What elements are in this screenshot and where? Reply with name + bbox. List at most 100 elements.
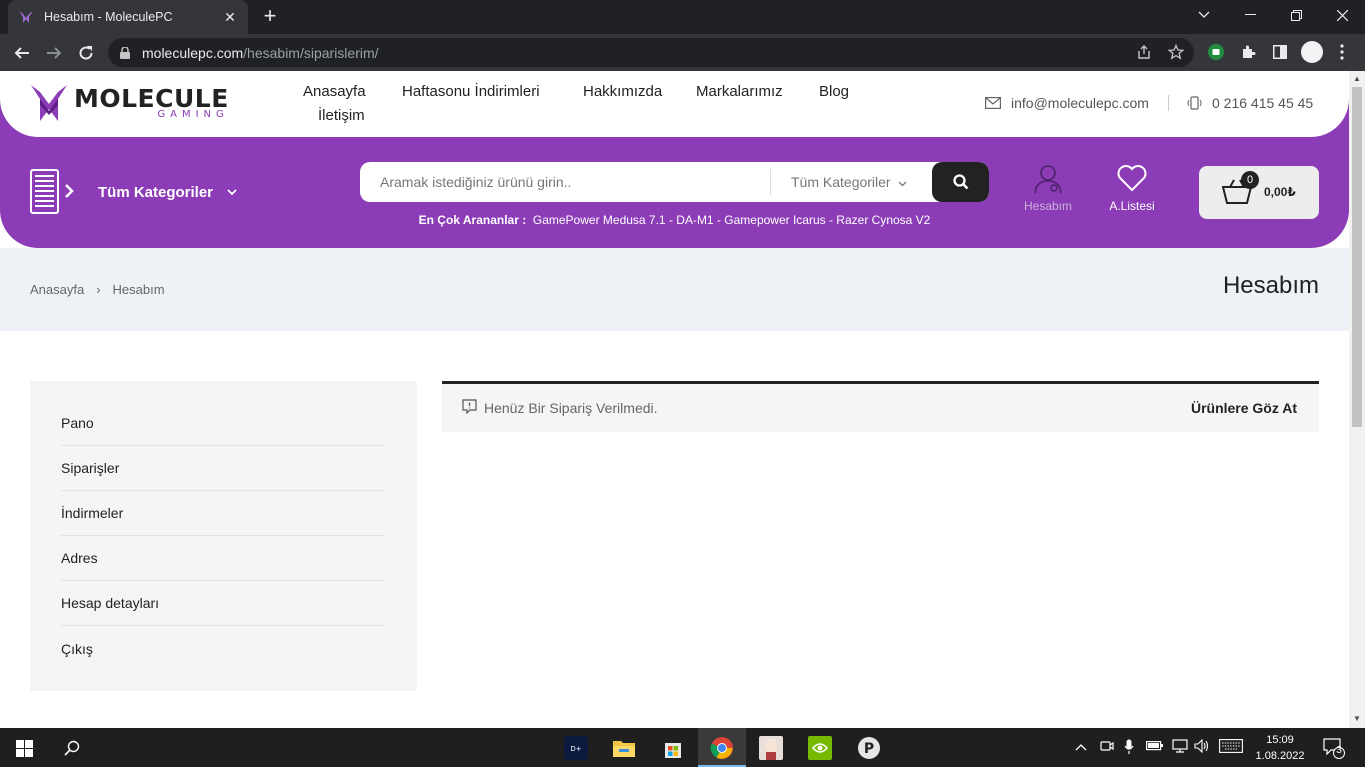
search-bar: Tüm Kategoriler <box>360 162 989 202</box>
nav-blog[interactable]: Blog <box>819 83 849 100</box>
address-bar[interactable]: moleculepc.com/hesabim/siparislerim/ <box>108 38 1194 67</box>
notification-center-icon[interactable]: 3 <box>1323 737 1345 762</box>
scroll-down-arrow-icon[interactable]: ▼ <box>1352 714 1362 723</box>
forward-button[interactable] <box>40 39 68 67</box>
web-page: MOLECULE GAMING Anasayfa Haftasonu İndir… <box>0 71 1349 728</box>
share-icon[interactable] <box>1136 44 1152 60</box>
clock-time: 15:09 <box>1266 734 1294 746</box>
chrome-browser-icon[interactable] <box>709 735 735 761</box>
side-panel-icon[interactable] <box>1269 41 1291 63</box>
all-categories-menu[interactable]: Tüm Kategoriler <box>30 169 237 215</box>
extensions-puzzle-icon[interactable] <box>1237 41 1259 63</box>
proton-app-icon[interactable]: P <box>856 735 882 761</box>
breadcrumb-home[interactable]: Anasayfa <box>30 282 84 297</box>
no-orders-notice: Henüz Bir Sipariş Verilmedi. Ürünlere Gö… <box>442 381 1319 432</box>
search-category-select[interactable]: Tüm Kategoriler <box>771 174 931 190</box>
tab-close-icon[interactable]: ✕ <box>222 9 238 26</box>
browser-tabstrip: Hesabım - MoleculePC ✕ + <box>0 0 1365 34</box>
battery-icon[interactable] <box>1146 739 1164 754</box>
categories-list-icon <box>30 169 74 214</box>
account-button[interactable]: Hesabım <box>1018 164 1078 213</box>
molecule-logo-icon <box>31 85 67 121</box>
browser-tab-active[interactable]: Hesabım - MoleculePC ✕ <box>8 0 248 34</box>
chevron-down-icon <box>899 181 907 187</box>
wishlist-button[interactable]: A.Listesi <box>1102 164 1162 213</box>
nav-home[interactable]: Anasayfa <box>303 83 366 100</box>
lock-icon[interactable] <box>120 46 130 59</box>
close-window-button[interactable] <box>1319 0 1365 30</box>
windows-taskbar: D+ P 15:09 1.08.2022 3 <box>0 728 1365 767</box>
network-icon[interactable] <box>1172 739 1188 756</box>
keyboard-icon[interactable] <box>1219 739 1243 756</box>
taskbar-clock[interactable]: 15:09 1.08.2022 <box>1254 732 1306 764</box>
search-category-label: Tüm Kategoriler <box>791 174 891 190</box>
all-categories-label: Tüm Kategoriler <box>98 183 214 201</box>
tab-title: Hesabım - MoleculePC <box>44 10 173 24</box>
anime-app-icon[interactable] <box>758 735 784 761</box>
tray-overflow-chevron-icon[interactable] <box>1075 739 1087 754</box>
browser-toolbar: moleculepc.com/hesabim/siparislerim/ <box>0 34 1365 71</box>
breadcrumb-current: Hesabım <box>112 282 165 297</box>
svg-text:D+: D+ <box>570 745 581 753</box>
contact-email-text: info@moleculepc.com <box>1011 95 1149 111</box>
page-title: Hesabım <box>1222 272 1319 299</box>
windows-start-icon[interactable] <box>11 735 37 761</box>
file-explorer-icon[interactable] <box>611 735 637 761</box>
search-icon <box>952 174 968 190</box>
breadcrumb: Anasayfa › Hesabım <box>30 282 165 297</box>
contact-phone[interactable]: 0 216 415 45 45 <box>1186 95 1313 111</box>
contact-email[interactable]: info@moleculepc.com <box>985 95 1149 111</box>
profile-avatar[interactable] <box>1300 40 1324 64</box>
nvidia-app-icon[interactable] <box>807 735 833 761</box>
cart-total: 0,00₺ <box>1264 185 1296 199</box>
svg-text:P: P <box>864 741 874 757</box>
breadcrumb-band: Anasayfa › Hesabım Hesabım <box>0 248 1349 331</box>
page-scrollbar[interactable]: ▲ ▼ <box>1349 71 1365 728</box>
meet-now-icon[interactable] <box>1100 739 1114 756</box>
disney-plus-app-icon[interactable]: D+ <box>563 735 589 761</box>
account-nav-address[interactable]: Adres <box>61 536 385 581</box>
taskbar-search-icon[interactable] <box>59 735 85 761</box>
extension-green-icon[interactable] <box>1205 41 1227 63</box>
contact-phone-text: 0 216 415 45 45 <box>1212 95 1314 111</box>
microphone-icon[interactable] <box>1124 739 1134 758</box>
reload-button[interactable] <box>72 39 100 67</box>
account-nav-dashboard[interactable]: Pano <box>61 401 385 446</box>
molecule-favicon-icon <box>19 11 33 23</box>
scroll-up-arrow-icon[interactable]: ▲ <box>1352 74 1362 83</box>
nav-about[interactable]: Hakkımızda <box>583 83 662 100</box>
url-path: /hesabim/siparislerim/ <box>243 44 379 61</box>
chevron-down-icon <box>227 185 237 199</box>
nav-weekend-deals[interactable]: Haftasonu İndirimleri <box>402 83 540 100</box>
cart-button[interactable]: 0 0,00₺ <box>1199 166 1319 219</box>
wishlist-label: A.Listesi <box>1109 199 1155 213</box>
nav-contact[interactable]: İletişim <box>318 107 365 124</box>
site-logo[interactable]: MOLECULE GAMING <box>30 83 229 123</box>
scrollbar-thumb[interactable] <box>1352 87 1362 427</box>
info-message-icon <box>462 399 477 414</box>
account-nav-orders[interactable]: Siparişler <box>61 446 385 491</box>
browse-products-link[interactable]: Ürünlere Göz At <box>1191 400 1297 416</box>
popular-searches: En Çok Arananlar : GamePower Medusa 7.1 … <box>360 213 989 227</box>
microsoft-store-icon[interactable] <box>660 735 686 761</box>
phone-icon <box>1187 96 1202 110</box>
popular-searches-terms[interactable]: GamePower Medusa 7.1 - DA-M1 - Gamepower… <box>533 213 930 227</box>
back-button[interactable] <box>8 39 36 67</box>
browser-menu-icon[interactable] <box>1331 41 1353 63</box>
popular-searches-label: En Çok Arananlar : <box>418 213 527 227</box>
restore-button[interactable] <box>1273 0 1319 30</box>
new-tab-button[interactable]: + <box>258 5 282 27</box>
search-button[interactable] <box>932 162 989 202</box>
tab-search-chevron-icon[interactable] <box>1181 0 1227 30</box>
contact-divider <box>1168 95 1169 111</box>
search-input[interactable] <box>360 162 770 202</box>
user-icon <box>1034 165 1062 194</box>
notice-message: Henüz Bir Sipariş Verilmedi. <box>484 400 658 416</box>
account-nav-logout[interactable]: Çıkış <box>61 626 385 671</box>
nav-brands[interactable]: Markalarımız <box>696 83 783 100</box>
account-nav-details[interactable]: Hesap detayları <box>61 581 385 626</box>
volume-icon[interactable] <box>1194 738 1210 756</box>
minimize-button[interactable] <box>1227 0 1273 30</box>
bookmark-star-icon[interactable] <box>1168 44 1184 60</box>
account-nav-downloads[interactable]: İndirmeler <box>61 491 385 536</box>
